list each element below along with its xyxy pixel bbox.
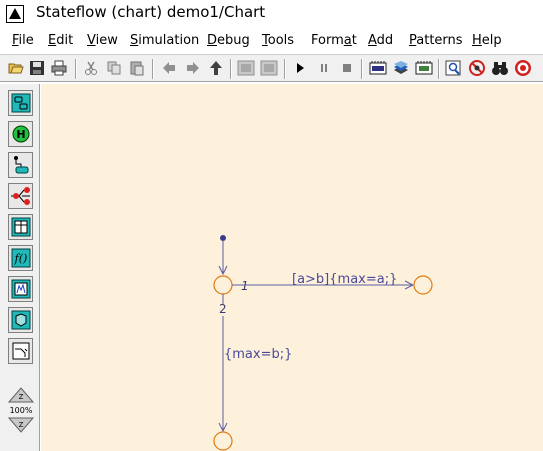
toolbar-separator bbox=[230, 59, 232, 79]
junction-right[interactable] bbox=[413, 275, 433, 295]
zoom-control: Z Z 100% bbox=[7, 386, 35, 436]
svg-text:H: H bbox=[16, 128, 25, 141]
toolbar bbox=[0, 54, 543, 82]
chart-canvas[interactable]: 1 [a>b]{max=a;} 2 {max=b;} bbox=[41, 84, 543, 451]
target-icon[interactable] bbox=[514, 59, 532, 77]
back-arrow-icon[interactable] bbox=[160, 59, 178, 77]
menu-patterns[interactable]: Patterns bbox=[409, 33, 463, 48]
print-icon[interactable] bbox=[50, 59, 68, 77]
menu-help[interactable]: Help bbox=[472, 33, 502, 48]
stateflow-app-icon bbox=[6, 5, 24, 23]
menu-bar: File Edit View Simulation Debug Tools Fo… bbox=[0, 30, 543, 52]
toolbar-separator bbox=[152, 59, 154, 79]
toolbar-separator bbox=[75, 59, 77, 79]
svg-text:Z: Z bbox=[19, 421, 24, 429]
menu-add[interactable]: Add bbox=[368, 33, 393, 48]
open-icon[interactable] bbox=[7, 59, 25, 77]
state-tool-icon[interactable] bbox=[8, 90, 33, 116]
explore-icon[interactable] bbox=[260, 59, 278, 77]
box-tool-icon[interactable] bbox=[8, 338, 33, 364]
toolbar-separator bbox=[438, 59, 440, 79]
menu-view[interactable]: View bbox=[87, 33, 118, 48]
debugger-icon[interactable] bbox=[415, 59, 433, 77]
build-icon[interactable] bbox=[369, 59, 387, 77]
stop-icon[interactable] bbox=[338, 59, 356, 77]
truth-table-icon[interactable] bbox=[8, 214, 33, 240]
menu-tools[interactable]: Tools bbox=[262, 33, 294, 48]
zoom-level-label: 100% bbox=[9, 406, 33, 415]
svg-text:Z: Z bbox=[19, 393, 24, 401]
paste-icon[interactable] bbox=[128, 59, 146, 77]
svg-text:f(): f() bbox=[13, 252, 27, 265]
menu-debug[interactable]: Debug bbox=[207, 33, 250, 48]
copy-icon[interactable] bbox=[105, 59, 123, 77]
pause-icon[interactable] bbox=[315, 59, 333, 77]
menu-edit[interactable]: Edit bbox=[48, 33, 73, 48]
transition-1-label[interactable]: [a>b]{max=a;} bbox=[292, 272, 397, 287]
title-bar: Stateflow (chart) demo1/Chart bbox=[0, 0, 543, 28]
forward-arrow-icon[interactable] bbox=[184, 59, 202, 77]
menu-file[interactable]: File bbox=[12, 33, 34, 48]
up-arrow-icon[interactable] bbox=[207, 59, 225, 77]
object-palette: H f() Z Z 100% bbox=[0, 84, 40, 451]
find-icon[interactable] bbox=[445, 59, 463, 77]
simulink-function-icon[interactable] bbox=[8, 307, 33, 333]
save-icon[interactable] bbox=[28, 59, 46, 77]
window-title: Stateflow (chart) demo1/Chart bbox=[36, 3, 266, 21]
transition-1-order: 1 bbox=[241, 279, 249, 293]
chart-diagram: 1 [a>b]{max=a;} 2 {max=b;} bbox=[213, 235, 433, 451]
toolbar-separator bbox=[284, 59, 286, 79]
binoculars-icon[interactable] bbox=[491, 59, 509, 77]
junction-bottom[interactable] bbox=[213, 431, 233, 451]
connective-junction-icon[interactable] bbox=[8, 183, 33, 209]
graphical-function-icon[interactable]: f() bbox=[8, 245, 33, 271]
history-junction-icon[interactable]: H bbox=[8, 121, 33, 147]
toolbar-separator bbox=[361, 59, 363, 79]
default-transition-icon[interactable] bbox=[8, 152, 33, 178]
no-debug-icon[interactable] bbox=[468, 59, 486, 77]
menu-simulation[interactable]: Simulation bbox=[130, 33, 199, 48]
play-icon[interactable] bbox=[291, 59, 309, 77]
matlab-function-icon[interactable] bbox=[8, 276, 33, 302]
menu-format[interactable]: Format bbox=[311, 33, 357, 48]
go-to-parent-icon[interactable] bbox=[237, 59, 255, 77]
cut-icon[interactable] bbox=[82, 59, 100, 77]
transition-2-order: 2 bbox=[219, 302, 227, 316]
junction-top[interactable] bbox=[213, 275, 233, 295]
transition-2-label[interactable]: {max=b;} bbox=[224, 347, 292, 362]
model-explorer-icon[interactable] bbox=[392, 59, 410, 77]
